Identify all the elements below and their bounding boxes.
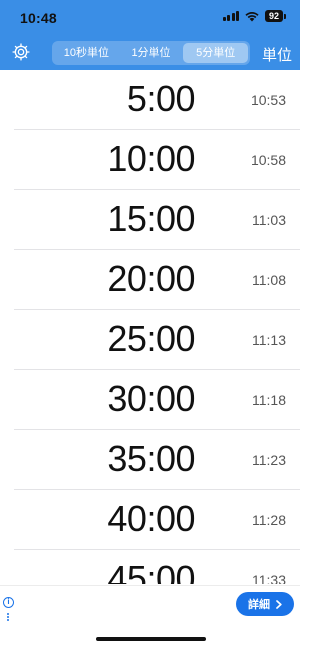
timer-row[interactable]: 45:00 11:33 (14, 550, 300, 584)
more-dots-icon[interactable] (7, 613, 9, 621)
end-time: 11:28 (252, 512, 286, 528)
timer-duration: 40:00 (107, 498, 195, 539)
status-time: 10:48 (20, 10, 57, 26)
ad-banner: i 詳細 (0, 585, 300, 623)
app-header: 10:48 92 10秒単位 1分単位 5分単位 単位 (0, 0, 300, 70)
timer-duration: 20:00 (107, 258, 195, 299)
timer-row[interactable]: 30:00 11:18 (14, 370, 300, 430)
ad-details-button[interactable]: 詳細 (236, 592, 294, 616)
timer-duration: 45:00 (107, 558, 195, 584)
end-time: 11:18 (252, 392, 286, 408)
battery-level: 92 (265, 10, 283, 22)
end-time: 10:53 (250, 92, 286, 108)
unit-button[interactable]: 単位 (262, 44, 292, 65)
timer-row[interactable]: 15:00 11:03 (14, 190, 300, 250)
timer-row[interactable]: 10:00 10:58 (14, 130, 300, 190)
interval-segmented-control: 10秒単位 1分単位 5分単位 (52, 41, 250, 65)
ad-details-label: 詳細 (248, 599, 270, 611)
end-time: 11:03 (252, 212, 286, 228)
timer-row[interactable]: 35:00 11:23 (14, 430, 300, 490)
timer-row[interactable]: 25:00 11:13 (14, 310, 300, 370)
timer-row[interactable]: 40:00 11:28 (14, 490, 300, 550)
timer-duration: 5:00 (126, 78, 196, 119)
segment-10-seconds[interactable]: 10秒単位 (54, 43, 119, 63)
wifi-icon (245, 11, 259, 22)
timer-duration: 30:00 (107, 378, 195, 419)
segment-1-minute[interactable]: 1分単位 (119, 43, 184, 63)
chevron-right-icon (276, 599, 282, 609)
timer-duration: 35:00 (107, 438, 195, 479)
timer-duration: 15:00 (107, 198, 195, 239)
battery-icon: 92 (265, 10, 286, 22)
home-indicator (96, 637, 206, 641)
end-time: 11:23 (252, 452, 286, 468)
end-time: 10:58 (250, 152, 286, 168)
end-time: 11:33 (252, 572, 286, 584)
info-icon[interactable]: i (3, 597, 14, 608)
status-bar: 10:48 92 (0, 0, 300, 34)
gear-icon[interactable] (11, 42, 31, 62)
end-time: 11:08 (252, 272, 286, 288)
timer-row[interactable]: 20:00 11:08 (14, 250, 300, 310)
end-time: 11:13 (252, 332, 286, 348)
timer-duration: 25:00 (107, 318, 195, 359)
status-icons: 92 (222, 10, 286, 22)
segment-5-minutes[interactable]: 5分単位 (183, 43, 249, 63)
timer-list: 5:00 10:53 10:00 10:58 15:00 11:03 20:00… (0, 70, 300, 584)
timer-duration: 10:00 (107, 138, 195, 179)
timer-row[interactable]: 5:00 10:53 (14, 70, 300, 130)
cellular-signal-icon (222, 11, 239, 21)
